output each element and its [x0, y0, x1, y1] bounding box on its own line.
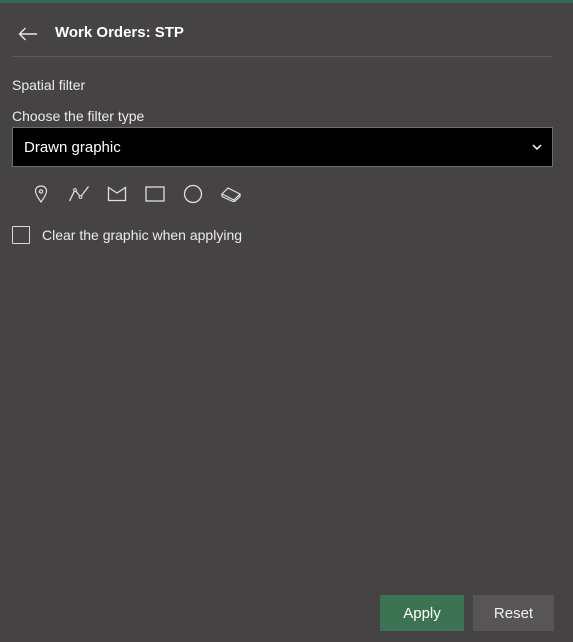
back-button[interactable]: [14, 22, 42, 46]
reset-button[interactable]: Reset: [473, 595, 554, 631]
panel-header: Work Orders: STP: [0, 3, 573, 57]
rectangle-tool-button[interactable]: [141, 182, 169, 206]
chevron-down-icon: [532, 144, 542, 150]
clear-graphic-checkbox[interactable]: [12, 226, 30, 244]
clear-graphic-label: Clear the graphic when applying: [42, 227, 243, 243]
polyline-icon: [68, 186, 90, 202]
header-divider: [12, 56, 553, 57]
apply-button[interactable]: Apply: [380, 595, 464, 631]
section-title: Spatial filter: [12, 77, 86, 93]
circle-icon: [183, 184, 203, 204]
spatial-filter-panel: Work Orders: STP Spatial filter Choose t…: [0, 0, 573, 642]
polygon-tool-button[interactable]: [103, 182, 131, 206]
filter-type-label: Choose the filter type: [12, 108, 145, 124]
filter-type-value: Drawn graphic: [24, 138, 121, 156]
point-tool-button[interactable]: [27, 182, 55, 206]
clear-graphic-option: Clear the graphic when applying: [12, 224, 242, 246]
rectangle-icon: [145, 186, 165, 202]
page-title: Work Orders: STP: [55, 24, 184, 41]
draw-tools: [27, 182, 255, 206]
eraser-icon: [220, 187, 242, 202]
polyline-tool-button[interactable]: [65, 182, 93, 206]
polygon-icon: [107, 186, 127, 202]
circle-tool-button[interactable]: [179, 182, 207, 206]
point-pin-icon: [34, 185, 48, 203]
filter-type-select[interactable]: Drawn graphic: [12, 127, 553, 167]
eraser-tool-button[interactable]: [217, 182, 245, 206]
arrow-left-icon: [18, 27, 37, 41]
